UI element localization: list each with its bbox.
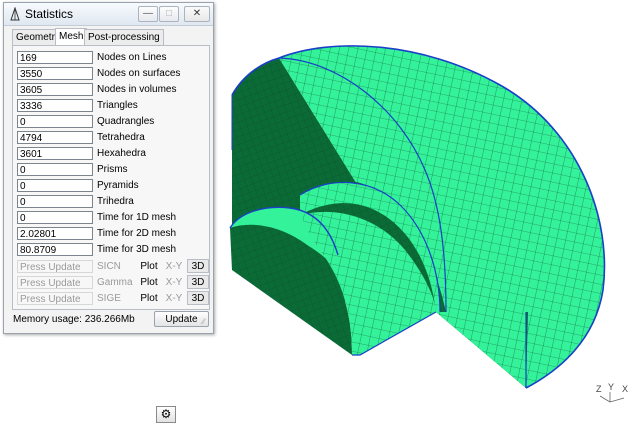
maximize-button[interactable]: □ (159, 6, 179, 22)
axis-y-label: Y (608, 382, 614, 392)
gamma-label: Gamma (97, 277, 133, 288)
update-label: Update (165, 314, 198, 325)
nodes-volumes-label: Nodes in volumes (97, 84, 177, 95)
time-1d-label: Time for 1D mesh (97, 212, 177, 223)
time-3d-label: Time for 3D mesh (97, 244, 177, 255)
gear-icon: ⚙ (160, 407, 172, 421)
sicn-field: Press Update (17, 260, 93, 273)
prisms-field[interactable]: 0 (17, 163, 93, 176)
resize-grip-icon: ∕∕ (202, 317, 205, 326)
triangles-field[interactable]: 3336 (17, 99, 93, 112)
statistics-window: Statistics — □ ✕ Geometry Mesh Post-proc… (3, 2, 214, 334)
update-button[interactable]: Update ∕∕ (154, 311, 209, 327)
tab-post-processing[interactable]: Post-processing (84, 29, 164, 45)
pyramids-label: Pyramids (97, 180, 139, 191)
time-2d-field[interactable]: 2.02801 (17, 227, 93, 240)
hexahedra-field[interactable]: 3601 (17, 147, 93, 160)
nodes-surfaces-label: Nodes on surfaces (97, 68, 181, 79)
time-3d-field[interactable]: 80.8709 (17, 243, 93, 256)
mesh-tab-panel: 169 Nodes on Lines 3550 Nodes on surface… (12, 45, 210, 310)
sige-plot-button[interactable]: Plot (137, 291, 161, 305)
tetrahedra-label: Tetrahedra (97, 132, 145, 143)
quadrangles-field[interactable]: 0 (17, 115, 93, 128)
sige-label: SIGE (97, 293, 121, 304)
axes-indicator: Z Y X (596, 382, 628, 403)
window-titlebar[interactable]: Statistics — □ ✕ (4, 3, 213, 26)
mesh-model (229, 45, 606, 389)
maximize-icon: □ (165, 8, 173, 19)
prisms-label: Prisms (97, 164, 128, 175)
tab-mesh[interactable]: Mesh (55, 28, 88, 46)
app-icon (10, 7, 20, 21)
window-title: Statistics (25, 7, 74, 21)
minimize-button[interactable]: — (138, 6, 158, 22)
tetrahedra-field[interactable]: 4794 (17, 131, 93, 144)
sicn-label: SICN (97, 261, 121, 272)
axis-x-label: X (622, 384, 628, 394)
sige-field: Press Update (17, 292, 93, 305)
time-1d-field[interactable]: 0 (17, 211, 93, 224)
gamma-xy-button[interactable]: X-Y (163, 275, 185, 289)
close-icon: ✕ (192, 8, 202, 19)
gamma-plot-button[interactable]: Plot (137, 275, 161, 289)
sicn-xy-button[interactable]: X-Y (163, 259, 185, 273)
triangles-label: Triangles (97, 100, 138, 111)
hexahedra-label: Hexahedra (97, 148, 146, 159)
memory-usage: Memory usage: 236.266Mb (13, 314, 135, 325)
trihedra-label: Trihedra (97, 196, 134, 207)
gamma-field: Press Update (17, 276, 93, 289)
sicn-3d-button[interactable]: 3D (187, 259, 209, 273)
close-button[interactable]: ✕ (184, 6, 210, 22)
gamma-3d-button[interactable]: 3D (187, 275, 209, 289)
quadrangles-label: Quadrangles (97, 116, 155, 127)
time-2d-label: Time for 2D mesh (97, 228, 177, 239)
trihedra-field[interactable]: 0 (17, 195, 93, 208)
nodes-lines-field[interactable]: 169 (17, 51, 93, 64)
nodes-lines-label: Nodes on Lines (97, 52, 167, 63)
sige-xy-button[interactable]: X-Y (163, 291, 185, 305)
sicn-plot-button[interactable]: Plot (137, 259, 161, 273)
nodes-surfaces-field[interactable]: 3550 (17, 67, 93, 80)
sige-3d-button[interactable]: 3D (187, 291, 209, 305)
gear-button[interactable]: ⚙ (156, 406, 176, 423)
nodes-volumes-field[interactable]: 3605 (17, 83, 93, 96)
axis-z-label: Z (596, 384, 602, 394)
minimize-icon: — (143, 8, 153, 19)
pyramids-field[interactable]: 0 (17, 179, 93, 192)
